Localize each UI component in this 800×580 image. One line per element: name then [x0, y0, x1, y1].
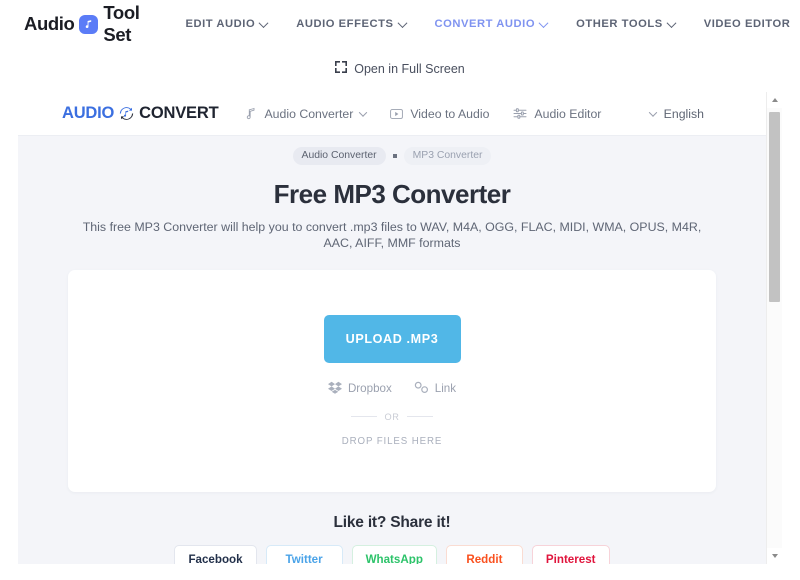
scroll-down-button[interactable]: [767, 548, 782, 564]
dropbox-upload-option[interactable]: Dropbox: [327, 381, 392, 397]
convert-arrows-icon: [118, 105, 135, 122]
music-note-logo-icon: [79, 14, 99, 34]
drop-files-hint: DROP FILES HERE: [341, 435, 443, 447]
widget-logo-text-secondary: CONVERT: [139, 104, 219, 122]
chevron-down-icon: [258, 17, 269, 28]
chevron-down-icon: [397, 17, 407, 28]
nav-label: VIDEO EDITOR: [703, 18, 791, 30]
dropbox-label: Dropbox: [347, 382, 392, 396]
widget-menu-label: Audio Editor: [534, 106, 602, 121]
music-note-icon: [244, 107, 257, 120]
nav-item-video-editor[interactable]: VIDEO EDITOR: [704, 18, 791, 30]
expand-icon: [335, 60, 348, 78]
share-button-twitter[interactable]: Twitter: [265, 544, 343, 564]
site-logo-text-primary: Audio: [24, 13, 75, 34]
chevron-down-icon: [648, 107, 657, 117]
language-selector[interactable]: English: [648, 106, 744, 121]
nav-label: OTHER TOOLS: [576, 18, 663, 30]
widget-body: Audio Converter MP3 Converter Free MP3 C…: [18, 136, 766, 564]
breadcrumb-separator-icon: [392, 153, 397, 158]
widget-menu-audio-converter[interactable]: Audio Converter: [244, 106, 368, 121]
dropbox-icon: [327, 381, 342, 397]
chain-link-icon: [414, 381, 429, 397]
widget-menu-video-to-audio[interactable]: Video to Audio: [390, 107, 489, 121]
nav-label: CONVERT AUDIO: [434, 18, 536, 30]
page-subtitle: This free MP3 Converter will help you to…: [82, 219, 702, 250]
scrollbar-thumb[interactable]: [769, 112, 780, 302]
open-fullscreen-label: Open in Full Screen: [354, 62, 465, 76]
share-button-reddit[interactable]: Reddit: [445, 544, 523, 564]
nav-label: AUDIO EFFECTS: [296, 18, 394, 30]
widget-menu-audio-editor[interactable]: Audio Editor: [513, 107, 601, 121]
widget-menu: Audio Converter Video to Audio Audio Edi…: [244, 107, 601, 121]
scrollbar-track[interactable]: [767, 108, 782, 548]
converter-iframe: AUDIO CONVERT Audio Converter Video to A…: [18, 92, 782, 564]
chevron-down-icon: [359, 107, 368, 117]
nav-item-convert-audio[interactable]: CONVERT AUDIO: [434, 17, 549, 30]
widget-menu-label: Video to Audio: [410, 106, 490, 121]
link-label: Link: [434, 382, 457, 396]
upload-dropzone[interactable]: UPLOAD .MP3 Dropbox Link OR DROP FILES H…: [68, 269, 716, 492]
iframe-scrollbar[interactable]: [766, 92, 782, 564]
scroll-up-button[interactable]: [767, 92, 782, 108]
link-upload-option[interactable]: Link: [414, 381, 456, 397]
chevron-down-icon: [772, 554, 778, 558]
share-buttons: Facebook Twitter WhatsApp Reddit Pintere…: [18, 544, 766, 564]
divider-line-right: [407, 416, 434, 418]
divider-line-left: [350, 416, 377, 418]
site-logo[interactable]: Audio Tool Set: [24, 2, 140, 46]
breadcrumb: Audio Converter MP3 Converter: [18, 147, 766, 165]
nav-item-edit-audio[interactable]: EDIT AUDIO: [185, 17, 269, 30]
main-navigation: EDIT AUDIO AUDIO EFFECTS CONVERT AUDIO O…: [185, 17, 791, 30]
or-label: OR: [384, 411, 400, 422]
share-button-pinterest[interactable]: Pinterest: [531, 544, 610, 564]
site-header: Audio Tool Set EDIT AUDIO AUDIO EFFECTS …: [0, 0, 800, 48]
share-button-facebook[interactable]: Facebook: [174, 544, 257, 564]
nav-item-other-tools[interactable]: OTHER TOOLS: [576, 17, 677, 30]
site-logo-text-secondary: Tool Set: [103, 2, 140, 45]
breadcrumb-item-mp3-converter[interactable]: MP3 Converter: [403, 147, 492, 165]
share-button-whatsapp[interactable]: WhatsApp: [351, 544, 437, 564]
chevron-up-icon: [772, 98, 778, 102]
widget-logo-text-primary: AUDIO: [62, 104, 115, 122]
widget-menu-label: Audio Converter: [264, 106, 354, 121]
open-fullscreen-row[interactable]: Open in Full Screen: [0, 48, 800, 90]
chevron-down-icon: [666, 17, 677, 28]
play-box-icon: [390, 108, 404, 120]
widget-logo[interactable]: AUDIO CONVERT: [62, 104, 219, 123]
upload-mp3-button[interactable]: UPLOAD .MP3: [323, 314, 461, 363]
language-label: English: [663, 106, 704, 121]
page-title: Free MP3 Converter: [273, 178, 511, 209]
chevron-down-icon: [538, 17, 549, 28]
or-divider: OR: [350, 411, 434, 422]
equalizer-icon: [513, 107, 527, 120]
nav-item-audio-effects[interactable]: AUDIO EFFECTS: [296, 17, 407, 30]
share-section-title: Like it? Share it!: [333, 513, 451, 531]
widget-header: AUDIO CONVERT Audio Converter Video to A…: [18, 92, 766, 136]
alternate-upload-sources: Dropbox Link: [327, 381, 456, 397]
nav-label: EDIT AUDIO: [185, 18, 256, 30]
breadcrumb-item-audio-converter[interactable]: Audio Converter: [292, 147, 386, 165]
